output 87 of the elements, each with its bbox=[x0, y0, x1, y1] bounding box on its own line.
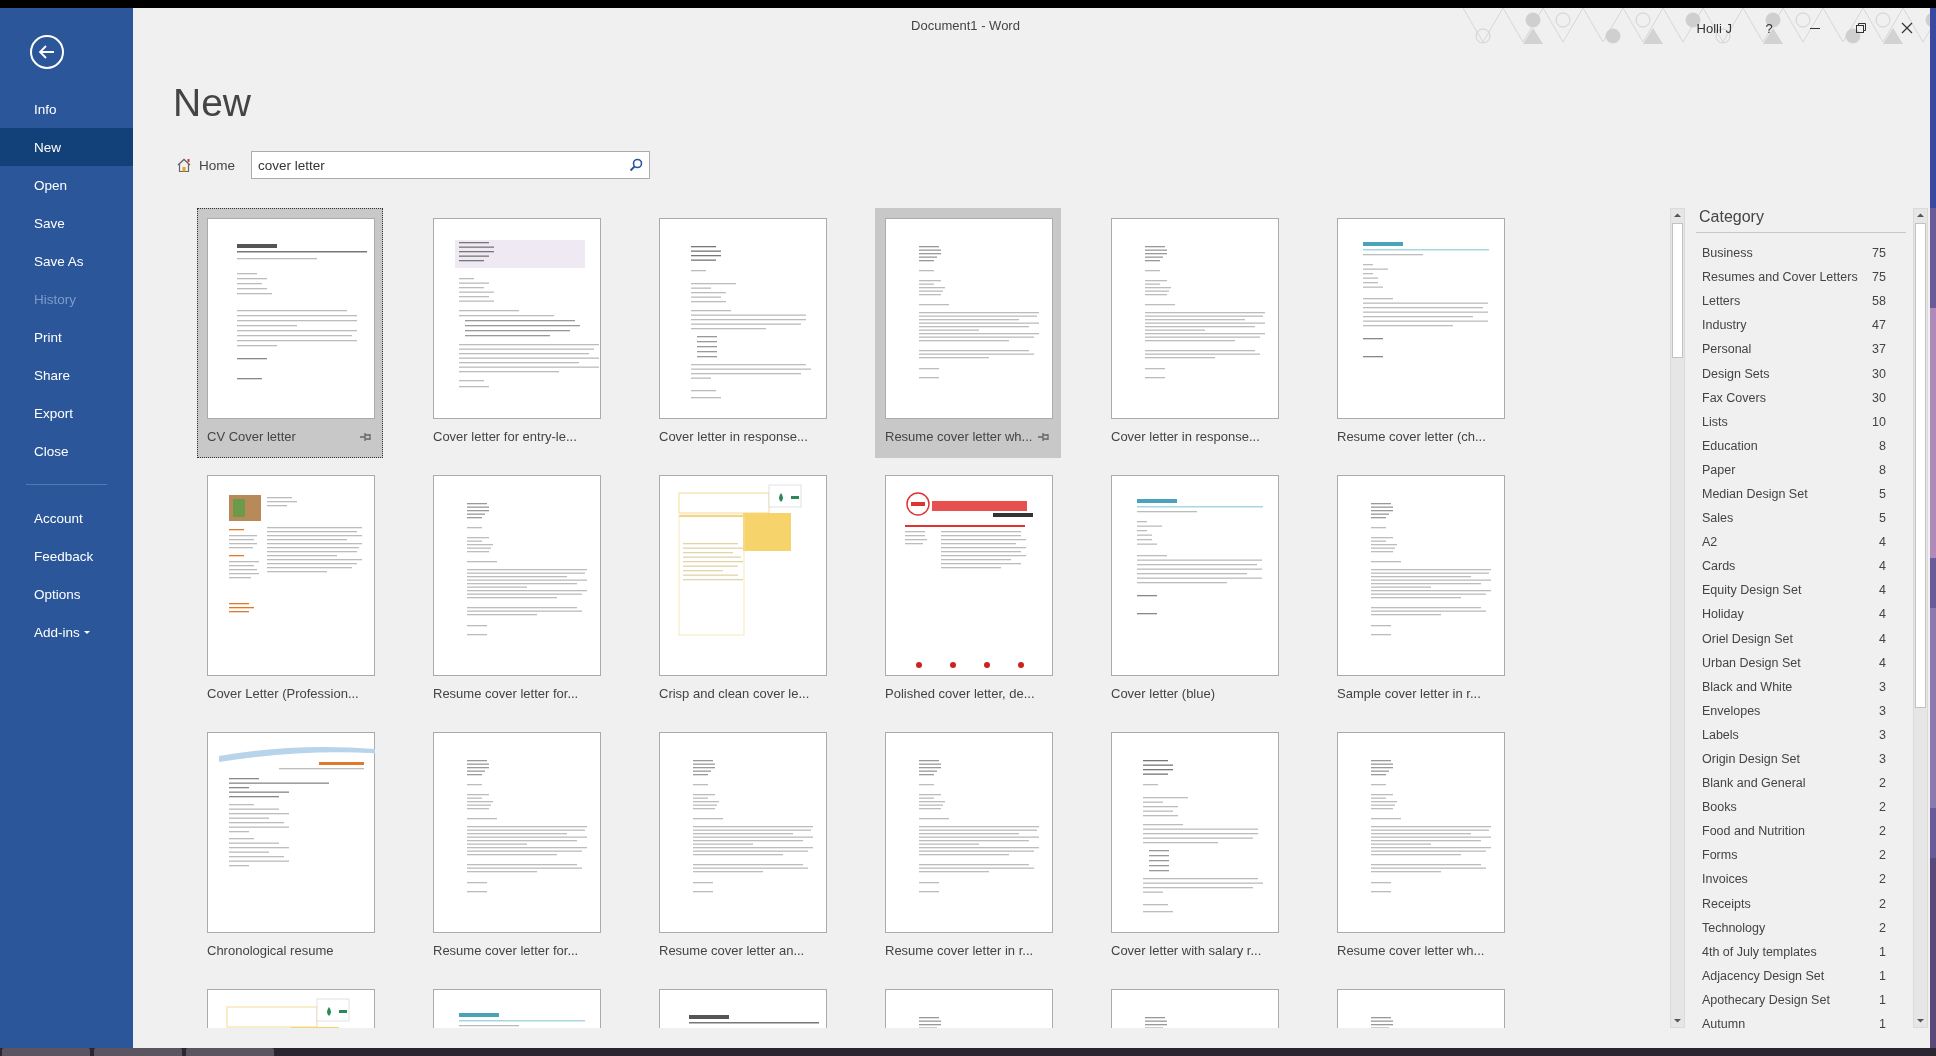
sidebar-item[interactable]: Open bbox=[0, 166, 133, 204]
template-name[interactable]: Resume cover letter for... bbox=[433, 686, 579, 701]
category-item[interactable]: Resumes and Cover Letters 75 bbox=[1696, 265, 1908, 290]
category-item[interactable]: Black and White 3 bbox=[1696, 674, 1908, 699]
pin-icon[interactable] bbox=[359, 430, 373, 443]
template-name[interactable]: Resume cover letter for... bbox=[433, 943, 579, 958]
template-name[interactable]: Cover letter in response... bbox=[1111, 429, 1260, 444]
template-name[interactable]: Chronological resume bbox=[207, 943, 334, 958]
close-icon bbox=[1901, 22, 1913, 34]
category-item[interactable]: Apothecary Design Set 1 bbox=[1696, 987, 1908, 1012]
window-title: Document1 - Word bbox=[911, 18, 1020, 33]
scroll-thumb[interactable] bbox=[1915, 223, 1926, 708]
category-item[interactable]: Oriel Design Set 4 bbox=[1696, 626, 1908, 651]
sidebar-item[interactable]: Account bbox=[0, 499, 133, 537]
category-item[interactable]: Lists 10 bbox=[1696, 409, 1908, 434]
category-item[interactable]: Forms 2 bbox=[1696, 843, 1908, 868]
restore-icon bbox=[1855, 22, 1867, 34]
category-item[interactable]: Design Sets 30 bbox=[1696, 361, 1908, 386]
category-item[interactable]: Letters 58 bbox=[1696, 289, 1908, 314]
category-item[interactable]: Blank and General 2 bbox=[1696, 771, 1908, 796]
template-name[interactable]: Resume cover letter (ch... bbox=[1337, 429, 1486, 444]
template-name[interactable]: Cover letter in response... bbox=[659, 429, 808, 444]
search-field[interactable]: cover letter bbox=[251, 151, 650, 179]
sidebar-item[interactable]: Save bbox=[0, 204, 133, 242]
template-name[interactable]: Resume cover letter an... bbox=[659, 943, 805, 958]
category-item[interactable]: Technology 2 bbox=[1696, 915, 1908, 940]
sidebar-item[interactable]: Feedback bbox=[0, 537, 133, 575]
template-name[interactable]: Cover letter for entry-le... bbox=[433, 429, 577, 444]
help-button[interactable]: ? bbox=[1754, 19, 1784, 37]
category-item[interactable]: Books 2 bbox=[1696, 795, 1908, 820]
sidebar-item[interactable]: Print bbox=[0, 318, 133, 356]
category-item[interactable]: Autumn 1 bbox=[1696, 1012, 1908, 1037]
category-item[interactable]: Origin Design Set 3 bbox=[1696, 746, 1908, 772]
home-link[interactable]: Home bbox=[173, 157, 235, 173]
template-name[interactable]: CV Cover letter bbox=[207, 429, 296, 444]
pin-icon[interactable] bbox=[1037, 430, 1051, 443]
category-item[interactable]: A2 4 bbox=[1696, 530, 1908, 555]
category-item[interactable]: Sales 5 bbox=[1696, 506, 1908, 531]
category-item[interactable]: Paper 8 bbox=[1696, 457, 1908, 482]
template-tile[interactable]: CV Cover letter bbox=[197, 208, 383, 458]
category-item[interactable]: Equity Design Set 4 bbox=[1696, 578, 1908, 603]
page-title: New bbox=[173, 80, 253, 126]
sidebar-item[interactable]: Add-ins bbox=[0, 613, 133, 651]
search-icon[interactable] bbox=[629, 158, 643, 172]
house-icon bbox=[176, 157, 192, 173]
template-name[interactable]: Crisp and clean cover le... bbox=[659, 686, 810, 701]
category-item[interactable]: Labels 3 bbox=[1696, 722, 1908, 747]
category-item[interactable]: Food and Nutrition 2 bbox=[1696, 819, 1908, 844]
category-item[interactable]: Personal 37 bbox=[1696, 337, 1908, 362]
document-preview-drawing[interactable] bbox=[885, 475, 1053, 676]
category-item[interactable]: Fax Covers 30 bbox=[1696, 385, 1908, 410]
template-name[interactable]: Resume cover letter wh... bbox=[885, 429, 1033, 444]
scroll-thumb[interactable] bbox=[1672, 223, 1683, 358]
category-item[interactable]: Receipts 2 bbox=[1696, 891, 1908, 916]
category-item[interactable]: 4th of July templates 1 bbox=[1696, 939, 1908, 964]
category-item[interactable]: Education 8 bbox=[1696, 433, 1908, 458]
category-item[interactable]: Industry 47 bbox=[1696, 313, 1908, 338]
category-item[interactable]: Business 75 bbox=[1696, 241, 1908, 266]
sidebar-item[interactable]: Export bbox=[0, 394, 133, 432]
category-item[interactable]: Envelopes 3 bbox=[1696, 698, 1908, 723]
template-name[interactable]: Resume cover letter in r... bbox=[885, 943, 1034, 958]
category-item[interactable]: Invoices 2 bbox=[1696, 867, 1908, 892]
category-item[interactable]: Adjacency Design Set 1 bbox=[1696, 963, 1908, 988]
template-name[interactable]: Cover letter with salary r... bbox=[1111, 943, 1262, 958]
category-heading: Category bbox=[1696, 208, 1906, 233]
template-tile[interactable]: Resume cover letter wh... bbox=[875, 208, 1061, 458]
document-preview-drawing[interactable] bbox=[207, 475, 375, 676]
sidebar-item[interactable]: Save As bbox=[0, 242, 133, 280]
back-arrow-icon bbox=[38, 44, 56, 60]
category-item[interactable]: Cards 4 bbox=[1696, 554, 1908, 579]
sidebar-item[interactable]: Options bbox=[0, 575, 133, 613]
template-name[interactable]: Cover Letter (Profession... bbox=[207, 686, 359, 701]
category-item[interactable]: Urban Design Set 4 bbox=[1696, 650, 1908, 675]
sidebar-item[interactable]: Close bbox=[0, 432, 133, 470]
scrollbar[interactable] bbox=[1670, 208, 1685, 1028]
sidebar-item[interactable]: New bbox=[0, 128, 133, 166]
category-item[interactable]: Median Design Set 5 bbox=[1696, 481, 1908, 507]
user-name[interactable]: Holli J bbox=[1696, 20, 1732, 36]
category-item[interactable]: Holiday 4 bbox=[1696, 602, 1908, 627]
sidebar-item[interactable]: Info bbox=[0, 90, 133, 128]
template-name[interactable]: Resume cover letter wh... bbox=[1337, 943, 1485, 958]
template-name[interactable]: Cover letter (blue) bbox=[1111, 686, 1216, 701]
template-name[interactable]: Sample cover letter in r... bbox=[1337, 686, 1481, 701]
scrollbar[interactable] bbox=[1913, 208, 1928, 1028]
sidebar-item[interactable]: Share bbox=[0, 356, 133, 394]
back-button[interactable] bbox=[30, 35, 64, 69]
template-name[interactable]: Polished cover letter, de... bbox=[885, 686, 1035, 701]
